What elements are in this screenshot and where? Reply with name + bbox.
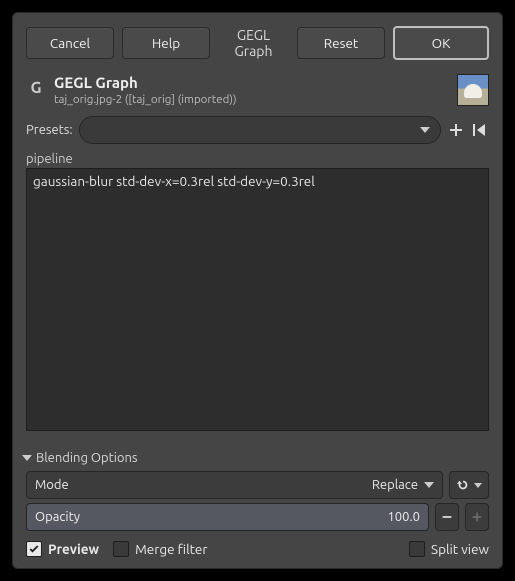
blending-options-label: Blending Options: [36, 451, 138, 465]
mode-row: Mode Replace: [12, 469, 503, 501]
ok-button[interactable]: OK: [393, 26, 489, 60]
chevron-down-icon: [474, 483, 482, 488]
opacity-decrement-button[interactable]: [435, 503, 459, 531]
presets-dropdown[interactable]: [79, 116, 441, 144]
bottom-options-row: Preview Merge filter Split view: [12, 533, 503, 569]
header-title: GEGL Graph: [54, 74, 449, 92]
dialog-header: G GEGL Graph taj_orig.jpg-2 ([taj_orig] …: [12, 70, 503, 110]
dialog-action-row: Cancel Help GEGL Graph Reset OK: [12, 12, 503, 70]
chevron-down-icon: [420, 127, 430, 133]
checkbox-unchecked-icon: [113, 541, 129, 557]
pipeline-label: pipeline: [12, 148, 503, 168]
add-preset-button[interactable]: [447, 121, 465, 139]
opacity-increment-button[interactable]: [465, 503, 489, 531]
pipeline-textarea[interactable]: [26, 168, 489, 431]
presets-label: Presets:: [26, 123, 73, 137]
pipeline-area: [26, 168, 489, 441]
preview-label: Preview: [48, 541, 99, 557]
chevron-down-icon: [424, 482, 434, 488]
blending-options-header[interactable]: Blending Options: [12, 441, 503, 469]
playback-prev-icon: [472, 122, 488, 138]
mode-label: Mode: [35, 478, 69, 492]
image-thumbnail: [457, 74, 489, 106]
header-subtitle: taj_orig.jpg-2 ([taj_orig] (imported)): [54, 92, 449, 108]
gegl-logo-icon: G: [26, 78, 46, 98]
dialog-window: Cancel Help GEGL Graph Reset OK G GEGL G…: [12, 12, 503, 569]
checkbox-unchecked-icon: [409, 541, 425, 557]
mode-reset-button[interactable]: [449, 471, 489, 499]
opacity-value: 100.0: [80, 510, 420, 524]
split-view-checkbox[interactable]: Split view: [409, 541, 489, 557]
merge-filter-label: Merge filter: [135, 541, 207, 557]
opacity-row: Opacity 100.0: [12, 501, 503, 533]
plus-icon: [470, 510, 484, 524]
cancel-button[interactable]: Cancel: [26, 27, 114, 59]
checkbox-checked-icon: [26, 541, 42, 557]
opacity-label: Opacity: [35, 510, 80, 524]
split-view-label: Split view: [431, 541, 489, 557]
mode-dropdown[interactable]: Mode Replace: [26, 471, 443, 499]
opacity-slider[interactable]: Opacity 100.0: [26, 503, 429, 531]
presets-row: Presets:: [12, 110, 503, 148]
header-text: GEGL Graph taj_orig.jpg-2 ([taj_orig] (i…: [54, 74, 449, 108]
manage-presets-button[interactable]: [471, 121, 489, 139]
reset-icon: [456, 478, 470, 492]
reset-button[interactable]: Reset: [297, 27, 385, 59]
preview-checkbox[interactable]: Preview: [26, 541, 99, 557]
mode-value: Replace: [69, 478, 424, 492]
help-button[interactable]: Help: [122, 27, 210, 59]
plus-icon: [448, 122, 464, 138]
minus-icon: [440, 510, 454, 524]
merge-filter-checkbox[interactable]: Merge filter: [113, 541, 207, 557]
dialog-title: GEGL Graph: [218, 27, 289, 59]
expander-down-icon: [22, 455, 32, 461]
